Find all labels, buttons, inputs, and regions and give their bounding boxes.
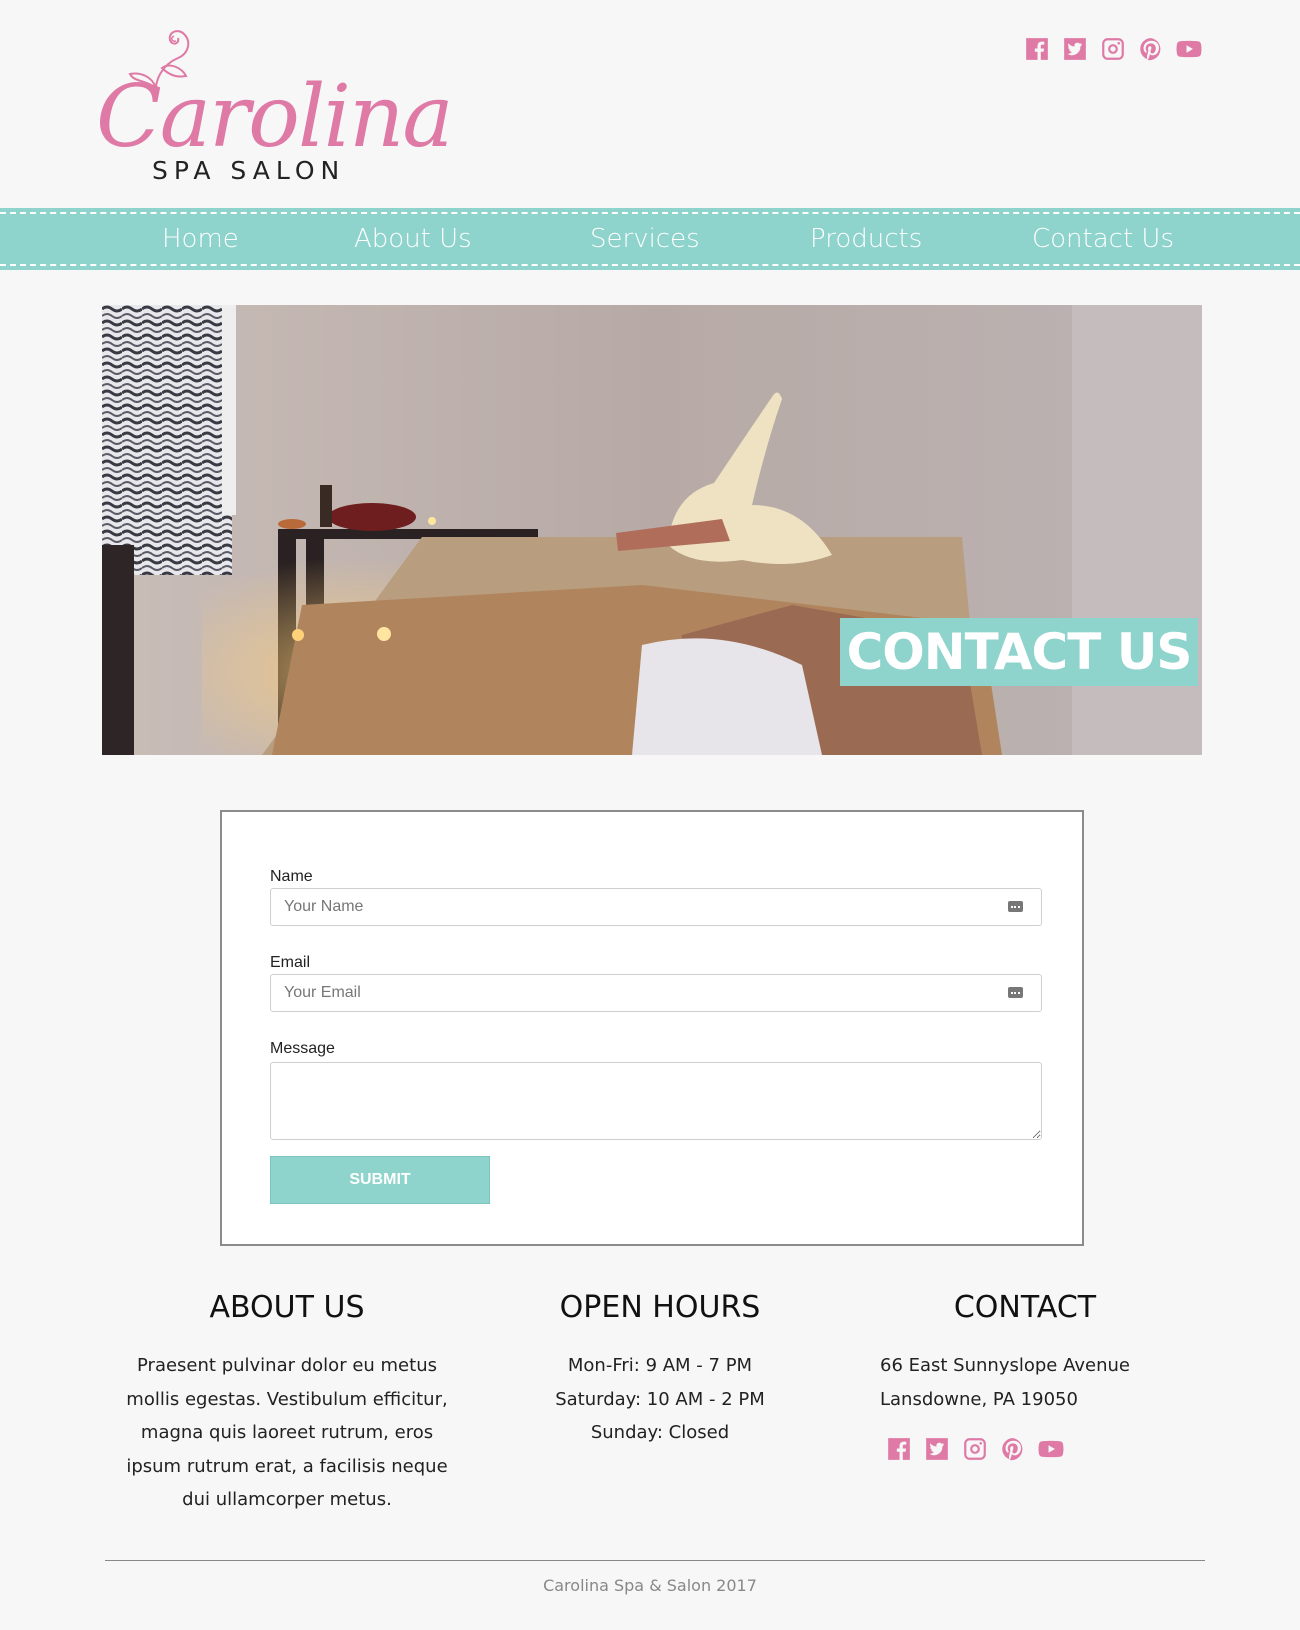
nav-item-services[interactable]: Services [590, 208, 700, 270]
header-social-links [1024, 36, 1202, 62]
footer-about: ABOUT US Praesent pulvinar dolor eu metu… [112, 1290, 462, 1517]
instagram-icon[interactable] [962, 1436, 988, 1462]
logo-script-text: Carolina [96, 67, 454, 167]
hero-photo [102, 305, 1202, 755]
hours-list: Mon-Fri: 9 AM - 7 PM Saturday: 10 AM - 2… [520, 1349, 800, 1450]
hours-line: Sunday: Closed [590, 1422, 730, 1443]
nav-item-contact-us[interactable]: Contact Us [1032, 208, 1174, 270]
autofill-key-icon[interactable] [1008, 901, 1023, 912]
nav-item-home[interactable]: Home [162, 208, 239, 270]
facebook-icon[interactable] [1024, 36, 1050, 62]
hours-line: Saturday: 10 AM - 2 PM [555, 1388, 765, 1410]
footer-divider [105, 1560, 1205, 1561]
contact-title: CONTACT [953, 1290, 1097, 1325]
hero-title: CONTACT US [840, 618, 1198, 686]
site-header: Carolina SPA SALON [0, 0, 1300, 208]
name-label: Name [270, 868, 313, 885]
address-line: 66 East Sunnyslope Avenue [880, 1355, 1130, 1376]
name-field[interactable] [270, 888, 1042, 926]
address-line: Lansdowne, PA 19050 [880, 1388, 1078, 1410]
main-nav: Home About Us Services Products Contact … [0, 208, 1300, 270]
hero-banner: CONTACT US [102, 305, 1202, 755]
hours-line: Mon-Fri: 9 AM - 7 PM [567, 1355, 753, 1376]
twitter-icon[interactable] [924, 1436, 950, 1462]
instagram-icon[interactable] [1100, 36, 1126, 62]
youtube-icon[interactable] [1176, 36, 1202, 62]
pinterest-icon[interactable] [1000, 1436, 1026, 1462]
message-label: Message [270, 1040, 335, 1057]
footer-contact: CONTACT 66 East Sunnyslope Avenue Lansdo… [860, 1290, 1190, 1462]
submit-button[interactable]: SUBMIT [270, 1156, 490, 1204]
contact-form: Name Email Message SUBMIT [220, 810, 1084, 1246]
about-text: Praesent pulvinar dolor eu metus mollis … [126, 1355, 448, 1510]
footer-social-links [860, 1436, 1190, 1462]
about-title: ABOUT US [209, 1290, 365, 1325]
email-field[interactable] [270, 974, 1042, 1012]
copyright-text: Carolina Spa & Salon 2017 [543, 1576, 757, 1595]
address: 66 East Sunnyslope Avenue Lansdowne, PA … [860, 1349, 1190, 1416]
logo-subtitle: SPA SALON [152, 156, 346, 185]
nav-item-products[interactable]: Products [810, 208, 922, 270]
autofill-key-icon[interactable] [1008, 987, 1023, 998]
nav-item-about-us[interactable]: About Us [354, 208, 472, 270]
site-logo[interactable]: Carolina SPA SALON [96, 28, 454, 188]
footer-hours: OPEN HOURS Mon-Fri: 9 AM - 7 PM Saturday… [520, 1290, 800, 1450]
email-label: Email [270, 954, 311, 971]
message-field[interactable] [270, 1062, 1042, 1140]
pinterest-icon[interactable] [1138, 36, 1164, 62]
twitter-icon[interactable] [1062, 36, 1088, 62]
facebook-icon[interactable] [886, 1436, 912, 1462]
hours-title: OPEN HOURS [559, 1290, 761, 1325]
youtube-icon[interactable] [1038, 1436, 1064, 1462]
